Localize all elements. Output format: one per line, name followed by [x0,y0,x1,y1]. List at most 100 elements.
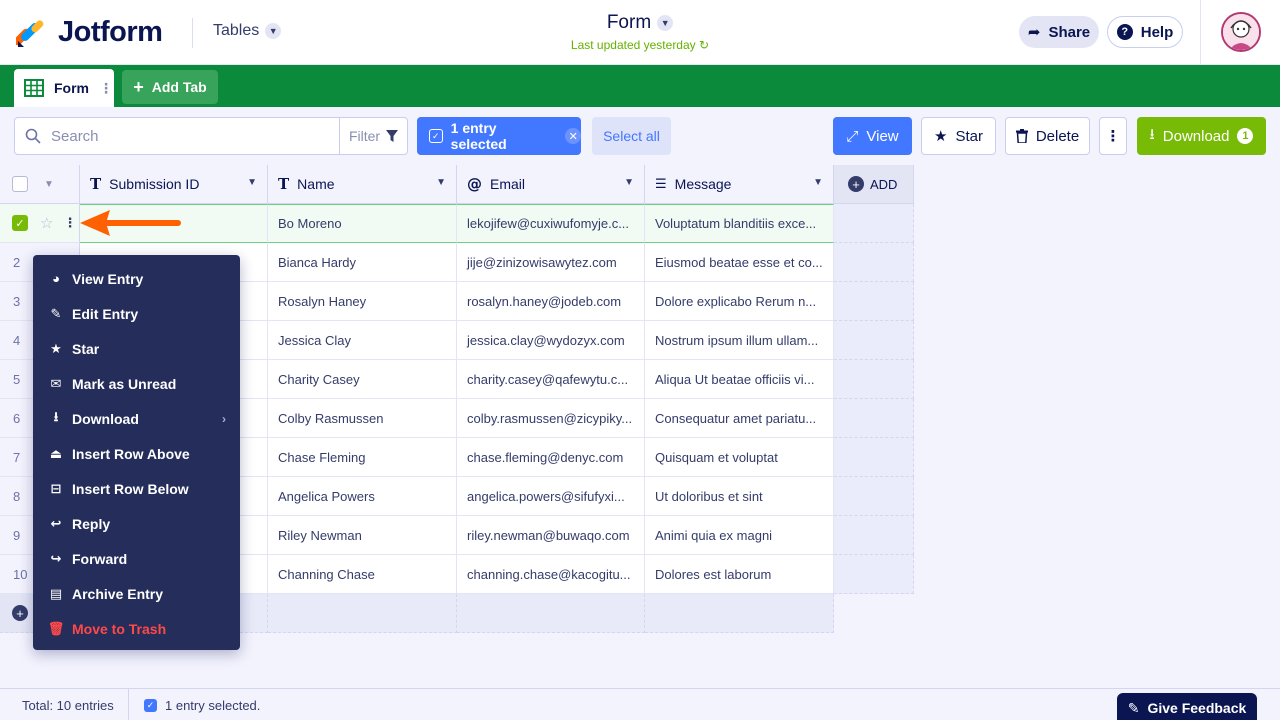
cell-message[interactable]: Eiusmod beatae esse et co... [645,243,834,282]
cell-message[interactable]: Aliqua Ut beatae officiis vi... [645,360,834,399]
delete-button[interactable]: Delete [1005,117,1090,155]
add-tab-button[interactable]: + Add Tab [122,70,218,104]
cell-email[interactable]: riley.newman@buwaqo.com [457,516,645,555]
add-column-cell [834,555,914,594]
cell-email[interactable]: rosalyn.haney@jodeb.com [457,282,645,321]
menu-item-forward[interactable]: ↪ Forward [33,541,240,576]
cell-message[interactable]: Ut doloribus et sint [645,477,834,516]
cell-message[interactable]: Nostrum ipsum illum ullam... [645,321,834,360]
avatar[interactable] [1221,12,1261,52]
search-input[interactable] [51,127,331,145]
form-title-area: Form ▼ Last updated yesterday ↻ [540,12,740,52]
tab-form[interactable]: Form ⋮ [14,69,114,107]
cell-message[interactable]: Voluptatum blanditiis exce... [645,204,834,243]
column-header-email[interactable]: @ Email ▼ [457,165,645,204]
menu-item-archive-entry[interactable]: ▤ Archive Entry [33,576,240,611]
tables-dropdown[interactable]: Tables ▼ [213,22,282,40]
cell-email[interactable]: colby.rasmussen@zicypiky... [457,399,645,438]
edit-icon: ✎ [50,305,62,321]
cell-email[interactable]: jije@zinizowisawytez.com [457,243,645,282]
cell-name[interactable]: Riley Newman [268,516,457,555]
menu-item-star[interactable]: ★ Star [33,331,240,366]
chevron-down-icon[interactable]: ▼ [624,177,634,188]
selection-status-text: 1 entry selected. [165,698,261,713]
menu-item-move-to-trash[interactable]: 🗑 Move to Trash [33,611,240,646]
cell-name[interactable]: Chase Fleming [268,438,457,477]
menu-item-label: Insert Row Above [72,445,190,462]
give-feedback-label: Give Feedback [1147,700,1247,716]
select-all-checkbox[interactable] [12,176,28,192]
cell-name[interactable]: Bianca Hardy [268,243,457,282]
cell-email[interactable]: lekojifew@cuxiwufomyje.c... [457,204,645,243]
menu-item-mark-unread[interactable]: ✉ Mark as Unread [33,366,240,401]
add-column-cell [834,321,914,360]
cell-email[interactable]: angelica.powers@sifufyxi... [457,477,645,516]
cell-message[interactable]: Dolore explicabo Rerum n... [645,282,834,321]
star-button[interactable]: ★ Star [921,117,996,155]
column-header-submission-id[interactable]: T Submission ID ▼ [80,165,268,204]
cell-message[interactable]: Animi quia ex magni [645,516,834,555]
cell-email[interactable]: jessica.clay@wydozyx.com [457,321,645,360]
form-title-dropdown[interactable]: Form ▼ [607,12,674,34]
menu-item-label: View Entry [72,270,144,287]
cell-name[interactable]: Charity Casey [268,360,457,399]
cell-message[interactable]: Dolores est laborum [645,555,834,594]
header-divider [1200,0,1201,65]
cell-email[interactable]: charity.casey@qafewytu.c... [457,360,645,399]
jotform-logo[interactable]: Jotform [13,16,163,49]
add-row-cell[interactable] [645,594,834,633]
select-all-header: ▼ [0,165,80,204]
cell-email[interactable]: chase.fleming@denyc.com [457,438,645,477]
cell-message[interactable]: Quisquam et voluptat [645,438,834,477]
chevron-down-icon[interactable]: ▼ [813,177,823,188]
row-options-icon[interactable]: ⋮ [63,215,76,231]
column-header-message[interactable]: ☰ Message ▼ [645,165,834,204]
add-row-cell[interactable] [268,594,457,633]
help-button[interactable]: ? Help [1107,16,1183,48]
menu-item-insert-row-above[interactable]: ⏏ Insert Row Above [33,436,240,471]
menu-item-view-entry[interactable]: ◕ View Entry [33,261,240,296]
star-label: Star [955,127,983,145]
clear-selection-icon[interactable]: ✕ [565,128,581,144]
add-column-button[interactable]: + ADD [834,165,914,204]
download-icon: ⭳ [53,408,59,424]
filter-label: Filter [348,128,381,144]
avatar-image [1223,14,1259,50]
selection-chip[interactable]: ✓ 1 entry selected ✕ [417,117,581,155]
cell-name[interactable]: Channing Chase [268,555,457,594]
download-icon: ⭳ [1149,125,1155,143]
cell-name[interactable]: Jessica Clay [268,321,457,360]
menu-item-download[interactable]: ⭳ Download › [33,401,240,436]
filter-button[interactable]: Filter [339,118,407,154]
download-label: Download [1162,127,1230,145]
cell-name[interactable]: Angelica Powers [268,477,457,516]
download-count-badge: 1 [1237,128,1254,144]
select-all-button[interactable]: Select all [592,117,671,155]
cell-message[interactable]: Consequatur amet pariatu... [645,399,834,438]
give-feedback-button[interactable]: ✎ Give Feedback [1117,693,1257,720]
tab-bar: Form ⋮ + Add Tab [0,65,1280,107]
star-icon: ★ [50,340,62,356]
cell-name[interactable]: Rosalyn Haney [268,282,457,321]
menu-item-edit-entry[interactable]: ✎ Edit Entry [33,296,240,331]
cell-name[interactable]: Bo Moreno [268,204,457,243]
star-outline-icon[interactable]: ☆ [40,214,53,232]
download-button[interactable]: ⭳ Download 1 [1137,117,1266,155]
more-options-button[interactable]: ⋮ [1099,117,1127,155]
chevron-down-icon[interactable]: ▼ [436,177,446,188]
chevron-down-icon[interactable]: ▼ [44,179,54,190]
pointer-arrow-icon [80,210,181,236]
cell-name[interactable]: Colby Rasmussen [268,399,457,438]
menu-item-insert-row-below[interactable]: ⊟ Insert Row Below [33,471,240,506]
chevron-down-icon[interactable]: ▼ [247,177,257,188]
column-header-name[interactable]: T Name ▼ [268,165,457,204]
add-row-cell[interactable] [457,594,645,633]
tab-options-icon[interactable]: ⋮ [99,80,113,97]
cell-email[interactable]: channing.chase@kacogitu... [457,555,645,594]
menu-item-reply[interactable]: ↩ Reply [33,506,240,541]
row-checkbox[interactable]: ✓ [12,215,28,231]
add-column-cell [834,399,914,438]
view-button[interactable]: ⤢ View [833,117,912,155]
menu-item-label: Forward [72,550,128,567]
share-button[interactable]: ➦ Share [1019,16,1099,48]
